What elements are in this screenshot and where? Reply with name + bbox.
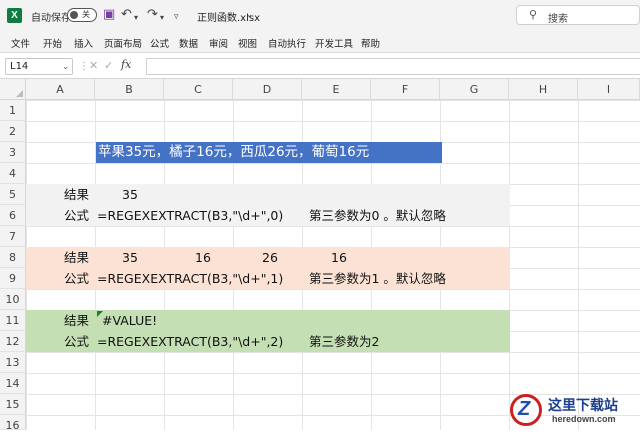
row-header[interactable]: 16 [0, 415, 26, 432]
cell-a5[interactable]: 结果 [64, 184, 89, 205]
chevron-down-icon[interactable]: ⌄ [246, 10, 253, 19]
search-icon: ⚲ [529, 8, 538, 21]
tab-page-layout[interactable]: 页面布局 [104, 36, 142, 50]
row-header[interactable]: 13 [0, 352, 26, 373]
excel-logo-icon: X [7, 8, 22, 23]
row-header[interactable]: 10 [0, 289, 26, 310]
autosave-state: 关 [82, 10, 90, 19]
cell-e12[interactable]: 第三参数为2 [309, 331, 379, 352]
ribbon-tabs: 文件 开始 插入 页面布局 公式 数据 审阅 视图 自动执行 开发工具 帮助 [0, 31, 640, 53]
cell-e8[interactable]: 16 [331, 247, 347, 268]
toggle-knob [70, 11, 78, 19]
search-placeholder: 搜索 [548, 14, 568, 25]
column-header-e[interactable]: E [302, 79, 371, 100]
row-header[interactable]: 2 [0, 121, 26, 142]
watermark-text: 这里下载站 [548, 398, 618, 414]
chevron-down-icon[interactable]: ⌄ [62, 59, 69, 74]
column-header-i[interactable]: I [578, 79, 640, 100]
row-header[interactable]: 5 [0, 184, 26, 205]
name-box-value: L14 [10, 61, 29, 72]
tab-help[interactable]: 帮助 [361, 36, 380, 50]
row-header[interactable]: 4 [0, 163, 26, 184]
formula-bar: L14 ⌄ ⋮ ✕ ✓ fx [0, 53, 640, 79]
formula-input[interactable] [146, 58, 640, 75]
cell-e9[interactable]: 第三参数为1 。默认忽略 [309, 268, 446, 289]
check-icon[interactable]: ✓ [104, 59, 113, 72]
watermark-logo-letter: Z [518, 398, 531, 420]
row-header[interactable]: 8 [0, 247, 26, 268]
cell-a12[interactable]: 公式 [64, 331, 89, 352]
save-icon[interactable]: ▣ [103, 7, 115, 23]
tab-view[interactable]: 视图 [238, 36, 257, 50]
row-header[interactable]: 9 [0, 268, 26, 289]
row-header[interactable]: 11 [0, 310, 26, 331]
column-header-c[interactable]: C [164, 79, 233, 100]
column-header-b[interactable]: B [95, 79, 164, 100]
name-box[interactable]: L14 ⌄ [5, 58, 73, 75]
cell-b8[interactable]: 35 [122, 247, 138, 268]
cell-e6[interactable]: 第三参数为0 。默认忽略 [309, 205, 446, 226]
customize-toolbar-icon[interactable]: ▿ [174, 9, 179, 25]
cell-b9[interactable]: =REGEXEXTRACT(B3,"\d+",1) [97, 268, 283, 289]
worksheet: A B C D E F G H I 1 2 3 4 5 6 7 8 9 10 1… [0, 79, 640, 432]
column-header-a[interactable]: A [26, 79, 95, 100]
tab-file[interactable]: 文件 [11, 36, 30, 50]
row-header[interactable]: 3 [0, 142, 26, 163]
cell-d8[interactable]: 26 [262, 247, 278, 268]
cell-b5[interactable]: 35 [122, 184, 138, 205]
cell-a8[interactable]: 结果 [64, 247, 89, 268]
redo-dropdown-icon[interactable]: ▾ [160, 10, 164, 26]
tab-developer[interactable]: 开发工具 [315, 36, 353, 50]
column-header-d[interactable]: D [233, 79, 302, 100]
separator-icon: ⋮ [79, 61, 89, 72]
redo-icon[interactable]: ↷ [147, 7, 158, 23]
search-box[interactable]: ⚲ 搜索 [516, 5, 640, 25]
cell-b3[interactable]: 苹果35元，橘子16元，西瓜26元，葡萄16元 [96, 142, 442, 163]
cell-b12[interactable]: =REGEXEXTRACT(B3,"\d+",2) [97, 331, 283, 352]
row-header[interactable]: 6 [0, 205, 26, 226]
watermark: Z 这里下载站 heredown.com [508, 392, 640, 430]
cell-a6[interactable]: 公式 [64, 205, 89, 226]
cell-a11[interactable]: 结果 [64, 310, 89, 331]
column-header-h[interactable]: H [509, 79, 578, 100]
undo-dropdown-icon[interactable]: ▾ [134, 10, 138, 26]
undo-icon[interactable]: ↶ [121, 7, 132, 23]
tab-insert[interactable]: 插入 [74, 36, 93, 50]
tab-review[interactable]: 审阅 [209, 36, 228, 50]
tab-formulas[interactable]: 公式 [150, 36, 169, 50]
column-header-f[interactable]: F [371, 79, 440, 100]
cancel-icon[interactable]: ✕ [89, 59, 98, 72]
watermark-url: heredown.com [552, 414, 616, 424]
row-header[interactable]: 12 [0, 331, 26, 352]
row-header[interactable]: 1 [0, 100, 26, 121]
watermark-logo-icon: Z [510, 394, 542, 426]
tab-home[interactable]: 开始 [43, 36, 62, 50]
row-header[interactable]: 15 [0, 394, 26, 415]
autosave-toggle[interactable]: 关 [67, 8, 97, 22]
insert-function-icon[interactable]: fx [121, 58, 131, 71]
row-header[interactable]: 14 [0, 373, 26, 394]
tab-automate[interactable]: 自动执行 [268, 36, 306, 50]
column-header-g[interactable]: G [440, 79, 509, 100]
cell-c8[interactable]: 16 [195, 247, 211, 268]
cell-a9[interactable]: 公式 [64, 268, 89, 289]
select-all-button[interactable] [0, 79, 26, 100]
cell-b6[interactable]: =REGEXEXTRACT(B3,"\d+",0) [97, 205, 283, 226]
tab-data[interactable]: 数据 [179, 36, 198, 50]
title-bar: X 自动保存 关 ▣ ↶ ▾ ↷ ▾ ▿ 正则函数.xlsx ⌄ ⚲ 搜索 [0, 0, 640, 31]
row-header[interactable]: 7 [0, 226, 26, 247]
autosave-label: 自动保存 [31, 13, 71, 24]
cell-b11[interactable]: #VALUE! [102, 310, 157, 331]
